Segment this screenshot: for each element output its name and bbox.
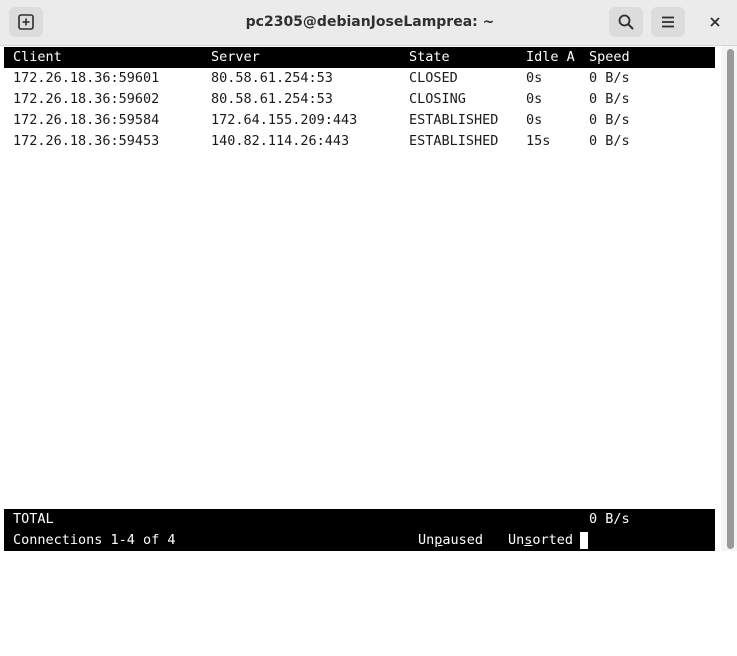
totals-bar: TOTAL 0 B/s (4, 509, 715, 530)
sort-status-suffix: orted (532, 532, 574, 548)
window-title: pc2305@debianJoseLamprea: ~ (245, 14, 495, 30)
new-tab-button[interactable] (9, 7, 43, 37)
server-cell: 140.82.114.26:443 (211, 133, 350, 149)
server-cell: 80.58.61.254:53 (211, 91, 333, 107)
status-bar: Connections 1-4 of 4 Unpaused Unsorted (4, 530, 715, 551)
search-button[interactable] (609, 7, 643, 37)
total-speed: 0 B/s (589, 511, 630, 527)
pause-status-suffix: aused (442, 532, 484, 548)
column-header-idle: Idle A (526, 49, 575, 65)
sort-status-prefix: Un (508, 532, 525, 548)
window-titlebar: pc2305@debianJoseLamprea: ~ (0, 0, 737, 46)
column-header-server: Server (211, 49, 260, 65)
client-cell: 172.26.18.36:59453 (13, 133, 160, 149)
scrollbar-thumb[interactable] (727, 49, 734, 549)
state-cell: ESTABLISHED (409, 112, 499, 128)
total-label: TOTAL (13, 511, 54, 527)
hamburger-menu-icon (659, 13, 677, 31)
sort-status: Unsorted (508, 530, 573, 551)
speed-cell: 0 B/s (589, 70, 630, 86)
table-row: 172.26.18.36:59602 80.58.61.254:53 CLOSI… (4, 89, 715, 110)
column-header-state: State (409, 49, 450, 65)
speed-cell: 0 B/s (589, 133, 630, 149)
close-button[interactable] (698, 7, 732, 37)
connections-count: Connections 1-4 of 4 (13, 532, 176, 548)
new-tab-icon (17, 13, 35, 31)
server-cell: 172.64.155.209:443 (211, 112, 358, 128)
pause-status-prefix: Un (418, 532, 435, 548)
client-cell: 172.26.18.36:59601 (13, 70, 160, 86)
idle-cell: 0s (526, 91, 543, 107)
search-icon (617, 13, 635, 31)
idle-cell: 0s (526, 70, 543, 86)
table-row: 172.26.18.36:59584 172.64.155.209:443 ES… (4, 110, 715, 131)
state-cell: CLOSED (409, 70, 458, 86)
server-cell: 80.58.61.254:53 (211, 70, 333, 86)
idle-cell: 15s (526, 133, 551, 149)
column-header-speed: Speed (589, 49, 630, 65)
client-cell: 172.26.18.36:59602 (13, 91, 160, 107)
pause-status: Unpaused (418, 530, 483, 551)
close-icon (709, 13, 721, 32)
terminal-cursor (580, 532, 588, 549)
table-row: 172.26.18.36:59601 80.58.61.254:53 CLOSE… (4, 68, 715, 89)
state-cell: ESTABLISHED (409, 133, 499, 149)
table-header: Client Server State Idle A Speed (4, 47, 715, 68)
client-cell: 172.26.18.36:59584 (13, 112, 160, 128)
menu-button[interactable] (651, 7, 685, 37)
table-row: 172.26.18.36:59453 140.82.114.26:443 EST… (4, 131, 715, 152)
state-cell: CLOSING (409, 91, 466, 107)
speed-cell: 0 B/s (589, 91, 630, 107)
speed-cell: 0 B/s (589, 112, 630, 128)
terminal-area[interactable]: Client Server State Idle A Speed 172.26.… (4, 46, 715, 551)
column-header-client: Client (13, 49, 62, 65)
idle-cell: 0s (526, 112, 543, 128)
